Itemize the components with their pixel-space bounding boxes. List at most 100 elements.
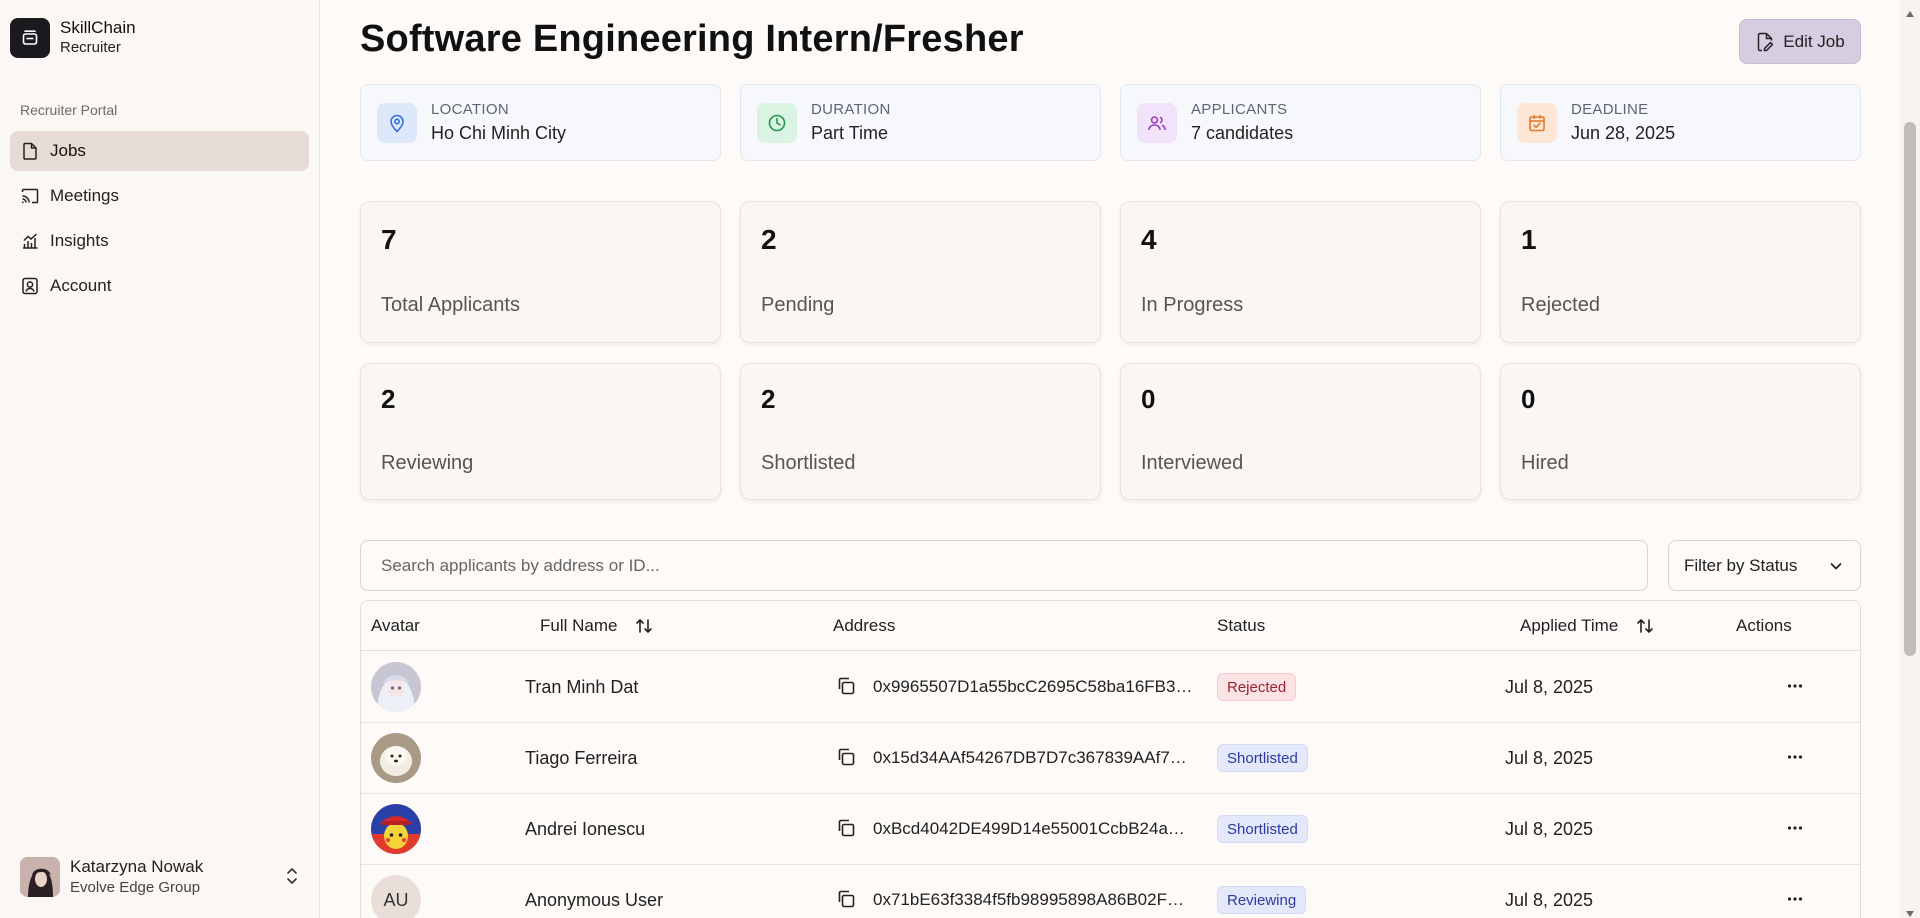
status-badge: Reviewing xyxy=(1217,886,1307,914)
copy-icon[interactable] xyxy=(836,747,856,767)
sidebar-item-meetings[interactable]: Meetings xyxy=(10,176,309,216)
copy-icon[interactable] xyxy=(836,818,856,838)
stat-label: In Progress xyxy=(1141,294,1244,316)
sidebar: SkillChain Recruiter Recruiter Portal Jo… xyxy=(0,0,320,918)
users-icon xyxy=(1137,103,1177,143)
applicant-address: 0x9965507D1a55bcC2695C58ba16FB37d819B0A4… xyxy=(873,677,1193,696)
sidebar-item-account[interactable]: Account xyxy=(10,266,309,306)
more-horizontal-icon[interactable] xyxy=(1785,747,1805,767)
scroll-down-arrow-icon[interactable] xyxy=(1906,904,1914,918)
table-row[interactable]: Andrei Ionescu 0xBcd4042DE499D14e55001Cc… xyxy=(361,794,1860,865)
applicant-address: 0x71bE63f3384f5fb98995898A86B02Fb2426c57… xyxy=(873,890,1193,909)
stat-label: Pending xyxy=(761,294,835,316)
applicant-name: Andrei Ionescu xyxy=(525,819,646,839)
column-header-label: Full Name xyxy=(540,616,618,635)
sidebar-item-label: Insights xyxy=(50,231,109,250)
stat-value: 2 xyxy=(761,224,777,255)
sidebar-item-label: Meetings xyxy=(50,186,119,205)
more-horizontal-icon[interactable] xyxy=(1785,676,1805,696)
status-badge: Rejected xyxy=(1217,673,1297,701)
chart-icon xyxy=(20,231,40,251)
applicant-avatar xyxy=(371,804,421,854)
clock-icon xyxy=(757,103,797,143)
user-menu[interactable]: Katarzyna Nowak Evolve Edge Group xyxy=(20,856,300,898)
stat-card-pending: 2 Pending xyxy=(740,201,1101,343)
page-scrollbar[interactable] xyxy=(1900,0,1920,918)
status-filter-select[interactable]: Filter by Status xyxy=(1668,540,1861,591)
main-content: Software Engineering Intern/Fresher Edit… xyxy=(320,0,1900,918)
status-filter-label: Filter by Status xyxy=(1684,555,1798,575)
table-header: Avatar Full Name Address Status Applied … xyxy=(361,601,1860,651)
copy-icon[interactable] xyxy=(836,676,856,696)
brand-logo-icon xyxy=(10,18,50,58)
applied-date: Jul 8, 2025 xyxy=(1505,677,1594,697)
column-header-address: Address xyxy=(833,616,896,635)
scrollbar-thumb[interactable] xyxy=(1904,122,1916,656)
sidebar-item-insights[interactable]: Insights xyxy=(10,221,309,261)
stat-value: 2 xyxy=(381,384,396,414)
more-horizontal-icon[interactable] xyxy=(1785,889,1805,909)
stat-card-total-applicants: 7 Total Applicants xyxy=(360,201,721,343)
edit-job-button[interactable]: Edit Job xyxy=(1739,19,1861,64)
sort-icon[interactable] xyxy=(635,617,653,635)
edit-job-label: Edit Job xyxy=(1783,31,1845,51)
chevrons-up-down-icon[interactable] xyxy=(284,866,300,891)
stat-value: 4 xyxy=(1141,224,1157,255)
user-name: Katarzyna Nowak xyxy=(70,857,204,876)
user-org: Evolve Edge Group xyxy=(70,879,201,896)
column-header-name[interactable]: Full Name xyxy=(540,616,653,636)
info-label: DURATION xyxy=(811,101,891,118)
applied-date: Jul 8, 2025 xyxy=(1505,890,1594,910)
column-header-actions: Actions xyxy=(1736,616,1792,635)
column-header-label: Applied Time xyxy=(1520,616,1619,635)
table-row[interactable]: Tiago Ferreira 0x15d34AAf54267DB7D7c3678… xyxy=(361,723,1860,794)
stat-card-in-progress: 4 In Progress xyxy=(1120,201,1481,343)
status-badge: Shortlisted xyxy=(1217,815,1308,843)
stat-label: Hired xyxy=(1521,452,1569,474)
contact-icon xyxy=(20,276,40,296)
stat-value: 1 xyxy=(1521,224,1537,255)
search-input[interactable] xyxy=(360,540,1648,591)
applicant-avatar: AU xyxy=(371,875,421,918)
applicant-name: Tran Minh Dat xyxy=(525,677,639,697)
column-header-status: Status xyxy=(1217,616,1266,635)
info-label: DEADLINE xyxy=(1571,101,1649,118)
map-pin-icon xyxy=(377,103,417,143)
applied-date: Jul 8, 2025 xyxy=(1505,748,1594,768)
info-value: Jun 28, 2025 xyxy=(1571,123,1676,143)
info-card-deadline: DEADLINE Jun 28, 2025 xyxy=(1500,84,1861,161)
scroll-up-arrow-icon[interactable] xyxy=(1906,4,1914,22)
more-horizontal-icon[interactable] xyxy=(1785,818,1805,838)
file-edit-icon xyxy=(1755,32,1775,52)
stat-label: Rejected xyxy=(1521,294,1600,316)
sidebar-item-jobs[interactable]: Jobs xyxy=(10,131,309,171)
status-badge: Shortlisted xyxy=(1217,744,1308,772)
info-value: Ho Chi Minh City xyxy=(431,123,567,143)
brand[interactable]: SkillChain Recruiter xyxy=(10,18,136,58)
stat-value: 7 xyxy=(381,224,397,255)
stat-card-interviewed: 0 Interviewed xyxy=(1120,363,1481,500)
table-row[interactable]: AU Anonymous User 0x71bE63f3384f5fb98995… xyxy=(361,865,1860,918)
stat-card-rejected: 1 Rejected xyxy=(1500,201,1861,343)
stat-card-shortlisted: 2 Shortlisted xyxy=(740,363,1101,500)
sort-icon[interactable] xyxy=(1636,617,1654,635)
applicant-name: Anonymous User xyxy=(525,890,664,910)
sidebar-item-label: Account xyxy=(50,276,112,295)
table-row[interactable]: Tran Minh Dat 0x9965507D1a55bcC2695C58ba… xyxy=(361,652,1860,723)
applicant-address: 0x15d34AAf54267DB7D7c367839AAf71A00a2C6A… xyxy=(873,748,1193,767)
column-header-applied-time[interactable]: Applied Time xyxy=(1520,616,1654,636)
info-card-duration: DURATION Part Time xyxy=(740,84,1101,161)
sidebar-item-label: Jobs xyxy=(50,141,86,160)
applicant-address: 0xBcd4042DE499D14e55001CcbB24a551F3b9540… xyxy=(873,819,1193,838)
stat-label: Total Applicants xyxy=(381,294,520,316)
column-header-avatar: Avatar xyxy=(371,616,420,635)
applicant-avatar xyxy=(371,662,421,712)
info-card-applicants: APPLICANTS 7 candidates xyxy=(1120,84,1481,161)
info-card-location: LOCATION Ho Chi Minh City xyxy=(360,84,721,161)
info-value: Part Time xyxy=(811,123,889,143)
copy-icon[interactable] xyxy=(836,889,856,909)
applicants-table: Avatar Full Name Address Status Applied … xyxy=(360,600,1861,918)
applicant-avatar xyxy=(371,733,421,783)
stat-label: Shortlisted xyxy=(761,452,856,474)
stat-card-hired: 0 Hired xyxy=(1500,363,1861,500)
